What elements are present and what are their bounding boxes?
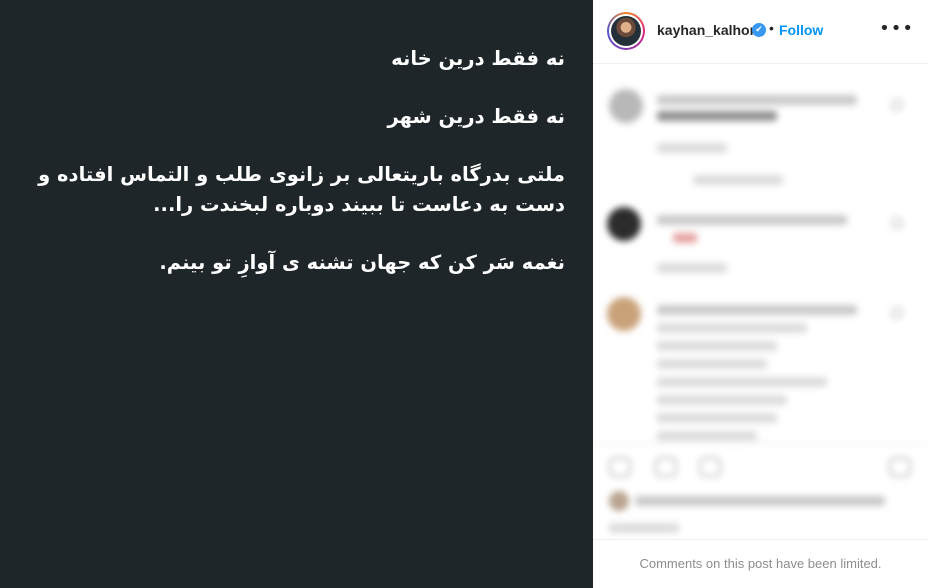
avatar-ring: [609, 14, 643, 48]
blurred-avatar: [607, 297, 641, 331]
more-options-icon[interactable]: •••: [879, 18, 914, 39]
post-line-3: ملتی بدرگاه باریتعالی بر زانوی طلب و الت…: [38, 163, 565, 216]
blurred-avatar: [609, 89, 643, 123]
blurred-text-line: [657, 305, 857, 315]
blurred-emoji: [673, 233, 697, 243]
blurred-save-icon: [889, 457, 911, 477]
post-image[interactable]: نه فقط درین خانه نه فقط درین شهر ملتی بد…: [0, 0, 593, 588]
blurred-separator: [593, 443, 928, 444]
post-line-2: نه فقط درین شهر: [387, 105, 565, 128]
blurred-avatar: [609, 491, 629, 511]
blurred-meta-line: [657, 143, 727, 153]
follow-button[interactable]: Follow: [779, 22, 823, 38]
header-separator: •: [769, 20, 774, 36]
avatar[interactable]: [607, 12, 645, 50]
post-header: kayhan_kalhor ✔ • Follow •••: [593, 0, 928, 64]
post-side-panel: kayhan_kalhor ✔ • Follow ••• Comments on…: [593, 0, 928, 588]
blurred-avatar: [607, 207, 641, 241]
blurred-text-line: [657, 431, 757, 441]
post-line-1: نه فقط درین خانه: [391, 47, 565, 70]
blurred-share-icon: [699, 457, 721, 477]
blurred-content: [593, 65, 928, 540]
blurred-text-line: [657, 111, 777, 121]
blurred-meta-line: [657, 263, 727, 273]
blurred-text-line: [657, 95, 857, 105]
divider: [593, 539, 928, 540]
blurred-text-line: [657, 323, 807, 333]
comments-limited-notice: Comments on this post have been limited.: [639, 556, 882, 571]
blurred-likes-line: [635, 496, 885, 506]
blurred-heart-icon: [891, 217, 903, 229]
instagram-post-view: نه فقط درین خانه نه فقط درین شهر ملتی بد…: [0, 0, 928, 588]
blurred-comments-area: [593, 65, 928, 540]
verified-badge-icon: ✔: [752, 23, 766, 37]
blurred-text-line: [657, 341, 777, 351]
blurred-like-icon: [609, 457, 631, 477]
post-text: نه فقط درین خانه نه فقط درین شهر ملتی بد…: [25, 44, 565, 306]
blurred-text-line: [657, 395, 787, 405]
blurred-text-line: [657, 377, 827, 387]
blurred-text-line: [657, 359, 767, 369]
blurred-text-line: [657, 215, 847, 225]
blurred-comment-icon: [655, 457, 677, 477]
blurred-meta-line: [693, 175, 783, 185]
username-link[interactable]: kayhan_kalhor: [657, 22, 755, 38]
blurred-date-line: [609, 523, 679, 533]
blurred-heart-icon: [891, 307, 903, 319]
blurred-heart-icon: [891, 99, 903, 111]
avatar-photo: [611, 16, 641, 46]
post-line-4: نغمه سَر کن که جهان تشنه ی آوازِ تو بینم…: [159, 251, 565, 274]
blurred-text-line: [657, 413, 777, 423]
